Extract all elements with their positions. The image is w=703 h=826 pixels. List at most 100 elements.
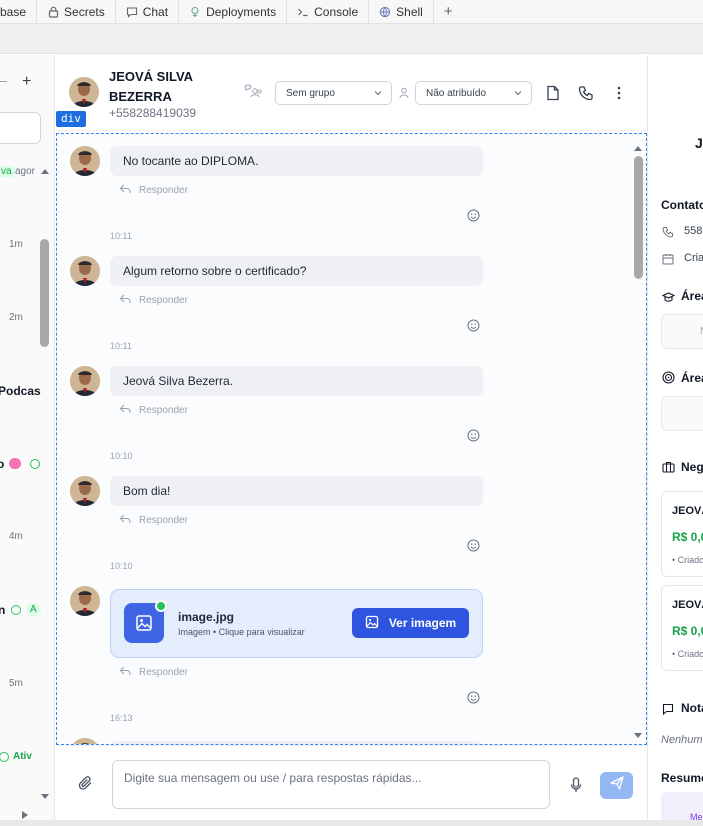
- tab-label: Secrets: [64, 4, 105, 19]
- reply-button[interactable]: Responder: [119, 294, 188, 307]
- terminal-icon: [297, 6, 309, 18]
- scroll-down-arrow[interactable]: [40, 788, 50, 799]
- send-button[interactable]: [600, 772, 633, 799]
- conversation-search-input[interactable]: [0, 112, 41, 144]
- assignee-select[interactable]: Não atribuído: [415, 81, 532, 105]
- contact-name-line2: BEZERRA: [109, 89, 172, 104]
- emoji-reaction-icon[interactable]: [467, 691, 480, 704]
- lock-icon: [47, 6, 59, 18]
- status-badge: A: [26, 603, 41, 616]
- tab-label: Console: [314, 4, 359, 19]
- status-badge: va: [0, 166, 15, 177]
- tab-base[interactable]: base: [0, 0, 38, 24]
- chevron-down-icon: [513, 88, 523, 101]
- reply-button[interactable]: Responder: [119, 514, 188, 527]
- tab-console[interactable]: Console: [287, 0, 370, 24]
- globe-icon: [379, 6, 391, 18]
- scrollbar-thumb[interactable]: [634, 156, 643, 279]
- image-icon: [365, 615, 379, 632]
- reply-icon: [119, 514, 131, 527]
- phone-call-button[interactable]: [577, 84, 595, 102]
- deals-section-label: Neg: [681, 460, 703, 474]
- message-list-scrollbar[interactable]: [633, 144, 643, 738]
- minus-icon[interactable]: [0, 81, 7, 82]
- document-button[interactable]: [544, 84, 562, 102]
- sender-avatar: [70, 366, 100, 396]
- attach-button[interactable]: [78, 775, 94, 796]
- brain-emoji-icon: [9, 458, 21, 469]
- conversation-time: 4m: [9, 531, 23, 542]
- message-bubble[interactable]: No tocante ao DIPLOMA.: [110, 146, 483, 176]
- chat-header: JEOVÁ SILVA BEZERRA +558288419039 div Se…: [56, 55, 647, 131]
- check-circle-icon: [11, 605, 21, 615]
- reply-label: Responder: [139, 185, 188, 196]
- tab-deployments[interactable]: Deployments: [179, 0, 288, 24]
- message-text: Bom dia!: [123, 484, 171, 498]
- conversation-time: agor: [15, 166, 36, 177]
- area-select[interactable]: [661, 396, 703, 431]
- more-options-icon[interactable]: [610, 84, 628, 102]
- message-bubble[interactable]: Bom dia!: [110, 476, 483, 506]
- area-section-label: Área: [681, 371, 703, 385]
- contact-details-panel: JI Contato 558 Cria Área N Área Neg JEOV…: [647, 55, 703, 826]
- deal-value: R$ 0,0: [672, 530, 703, 544]
- conversation-name[interactable]: Podcas: [0, 384, 41, 398]
- add-conversation-button[interactable]: +: [22, 73, 31, 91]
- area-select[interactable]: N: [661, 314, 703, 349]
- scroll-up-arrow[interactable]: [633, 144, 643, 152]
- contact-avatar[interactable]: [69, 77, 99, 107]
- microphone-button[interactable]: [570, 777, 582, 798]
- deal-name: JEOVÁ: [672, 599, 703, 611]
- conversation-list-scrollbar[interactable]: [40, 239, 49, 347]
- message-bubble[interactable]: Jeová Silva Bezerra.: [110, 366, 483, 396]
- ide-tab-bar: base Secrets Chat Deployments Console Sh…: [0, 0, 703, 24]
- message-time: 10:10: [110, 451, 133, 461]
- group-users-icon: [242, 82, 264, 100]
- emoji-reaction-icon[interactable]: [467, 539, 480, 552]
- note-bubble-icon: [662, 702, 674, 720]
- message-text: Jeová Silva Bezerra.: [123, 374, 234, 388]
- emoji-reaction-icon[interactable]: [467, 209, 480, 222]
- tab-chat[interactable]: Chat: [116, 0, 180, 24]
- image-attachment-card[interactable]: image.jpg Imagem • Clique para visualiza…: [110, 589, 483, 658]
- deploy-icon: [189, 6, 201, 18]
- scroll-up-arrow[interactable]: [40, 162, 50, 174]
- tab-secrets[interactable]: Secrets: [37, 0, 116, 24]
- view-image-button[interactable]: Ver imagem: [352, 608, 469, 638]
- contact-phone-snippet: 558: [684, 225, 703, 237]
- message-bubble[interactable]: Algum retorno sobre o certificado?: [110, 256, 483, 286]
- target-icon: [662, 371, 675, 389]
- message-list: No tocante ao DIPLOMA. Responder 10:11 A…: [56, 133, 647, 745]
- reply-button[interactable]: Responder: [119, 666, 188, 679]
- chevron-down-icon: [373, 88, 383, 101]
- emoji-reaction-icon[interactable]: [467, 429, 480, 442]
- user-icon: [397, 84, 411, 102]
- reply-label: Responder: [139, 295, 188, 306]
- scroll-down-arrow[interactable]: [633, 732, 643, 740]
- deal-card[interactable]: JEOVÁ R$ 0,0 • Criado: [661, 491, 703, 577]
- reply-button[interactable]: Responder: [119, 184, 188, 197]
- image-file-name: image.jpg: [178, 610, 235, 624]
- group-select-value: Sem grupo: [286, 87, 335, 99]
- reply-label: Responder: [139, 515, 188, 526]
- reply-label: Responder: [139, 667, 188, 678]
- area-section-label: Área: [681, 289, 703, 303]
- reply-button[interactable]: Responder: [119, 404, 188, 417]
- summary-section-label: Resumo: [661, 771, 703, 785]
- check-circle-icon: [30, 459, 40, 469]
- tab-shell[interactable]: Shell: [369, 0, 434, 24]
- deal-card[interactable]: JEOVÁ R$ 0,0 • Criado: [661, 585, 703, 671]
- sender-avatar: [70, 738, 100, 744]
- graduation-cap-icon: [661, 290, 676, 308]
- new-tab-button[interactable]: +: [434, 0, 463, 24]
- sender-avatar: [70, 476, 100, 506]
- message-input[interactable]: Digite sua mensagem ou use / para respos…: [112, 760, 550, 809]
- group-select[interactable]: Sem grupo: [275, 81, 392, 105]
- reply-label: Responder: [139, 405, 188, 416]
- message-composer: Digite sua mensagem ou use / para respos…: [56, 745, 647, 826]
- emoji-reaction-icon[interactable]: [467, 319, 480, 332]
- phone-icon: [662, 225, 674, 243]
- conversation-name[interactable]: n: [0, 603, 5, 617]
- conversation-name[interactable]: o: [0, 457, 4, 471]
- scroll-right-arrow[interactable]: [21, 807, 29, 819]
